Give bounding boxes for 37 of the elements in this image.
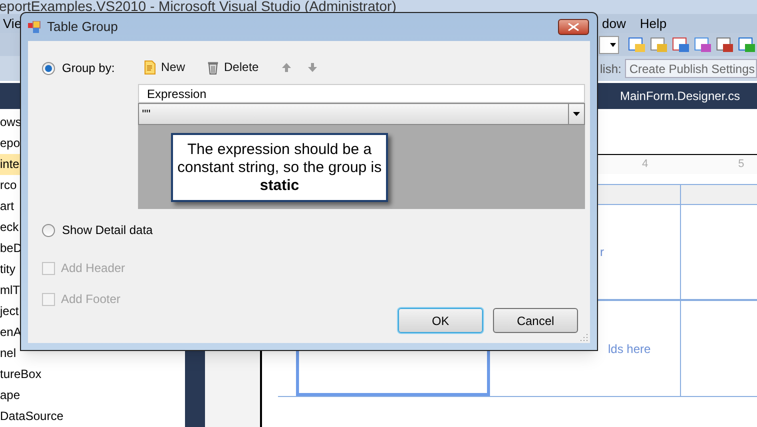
expression-value: "" xyxy=(141,106,152,123)
toolbox-item[interactable]: ject xyxy=(0,301,19,322)
option-label: Group by: xyxy=(62,60,115,77)
toolbox-item[interactable]: nel xyxy=(0,343,16,364)
ok-button[interactable]: OK xyxy=(398,308,483,333)
option-label: Show Detail data xyxy=(62,222,153,239)
dialog-title: Table Group xyxy=(47,18,118,36)
toolbox-item[interactable]: art xyxy=(0,196,14,217)
ruler-label: 4 xyxy=(642,157,648,172)
checkbox-label: Add Header xyxy=(61,260,126,277)
placeholder-text: r xyxy=(600,244,604,261)
expression-combo[interactable]: "" xyxy=(138,103,585,125)
toolbox-item[interactable]: DataSource xyxy=(0,406,64,427)
menu-item[interactable]: Vie xyxy=(3,14,20,34)
toolbox-item[interactable]: inte xyxy=(0,154,20,175)
ruler-label: 5 xyxy=(738,157,744,172)
cancel-button[interactable]: Cancel xyxy=(493,308,578,333)
menu-item[interactable]: Help xyxy=(640,14,667,34)
toolbox-item[interactable]: enA xyxy=(0,322,22,343)
callout-text: The expression should be a constant string, so the group is static xyxy=(176,140,383,194)
publish-label: lish: xyxy=(600,60,622,78)
document-tab[interactable]: MainForm.Designer.cs xyxy=(620,86,740,105)
toolbox-item[interactable]: mlT xyxy=(0,280,20,301)
menu-item[interactable]: dow xyxy=(602,14,626,34)
toolbox-item[interactable]: ows xyxy=(0,112,22,133)
toolbox-item[interactable]: rco xyxy=(0,175,17,196)
publish-settings-field[interactable]: Create Publish Settings xyxy=(625,59,757,78)
placeholder-text: lds here xyxy=(608,340,651,358)
new-button[interactable]: New xyxy=(144,58,186,76)
checkbox-label: Add Footer xyxy=(61,291,120,308)
column-header: Expression xyxy=(138,84,585,103)
toolbox-item[interactable]: ape xyxy=(0,385,20,406)
toolbox-item[interactable]: tity xyxy=(0,259,16,280)
toolbox-item[interactable]: epo xyxy=(0,133,20,154)
toolbox-item[interactable]: tureBox xyxy=(0,364,42,385)
toolbox-item[interactable]: eck xyxy=(0,217,19,238)
delete-button[interactable]: Delete xyxy=(207,58,259,76)
